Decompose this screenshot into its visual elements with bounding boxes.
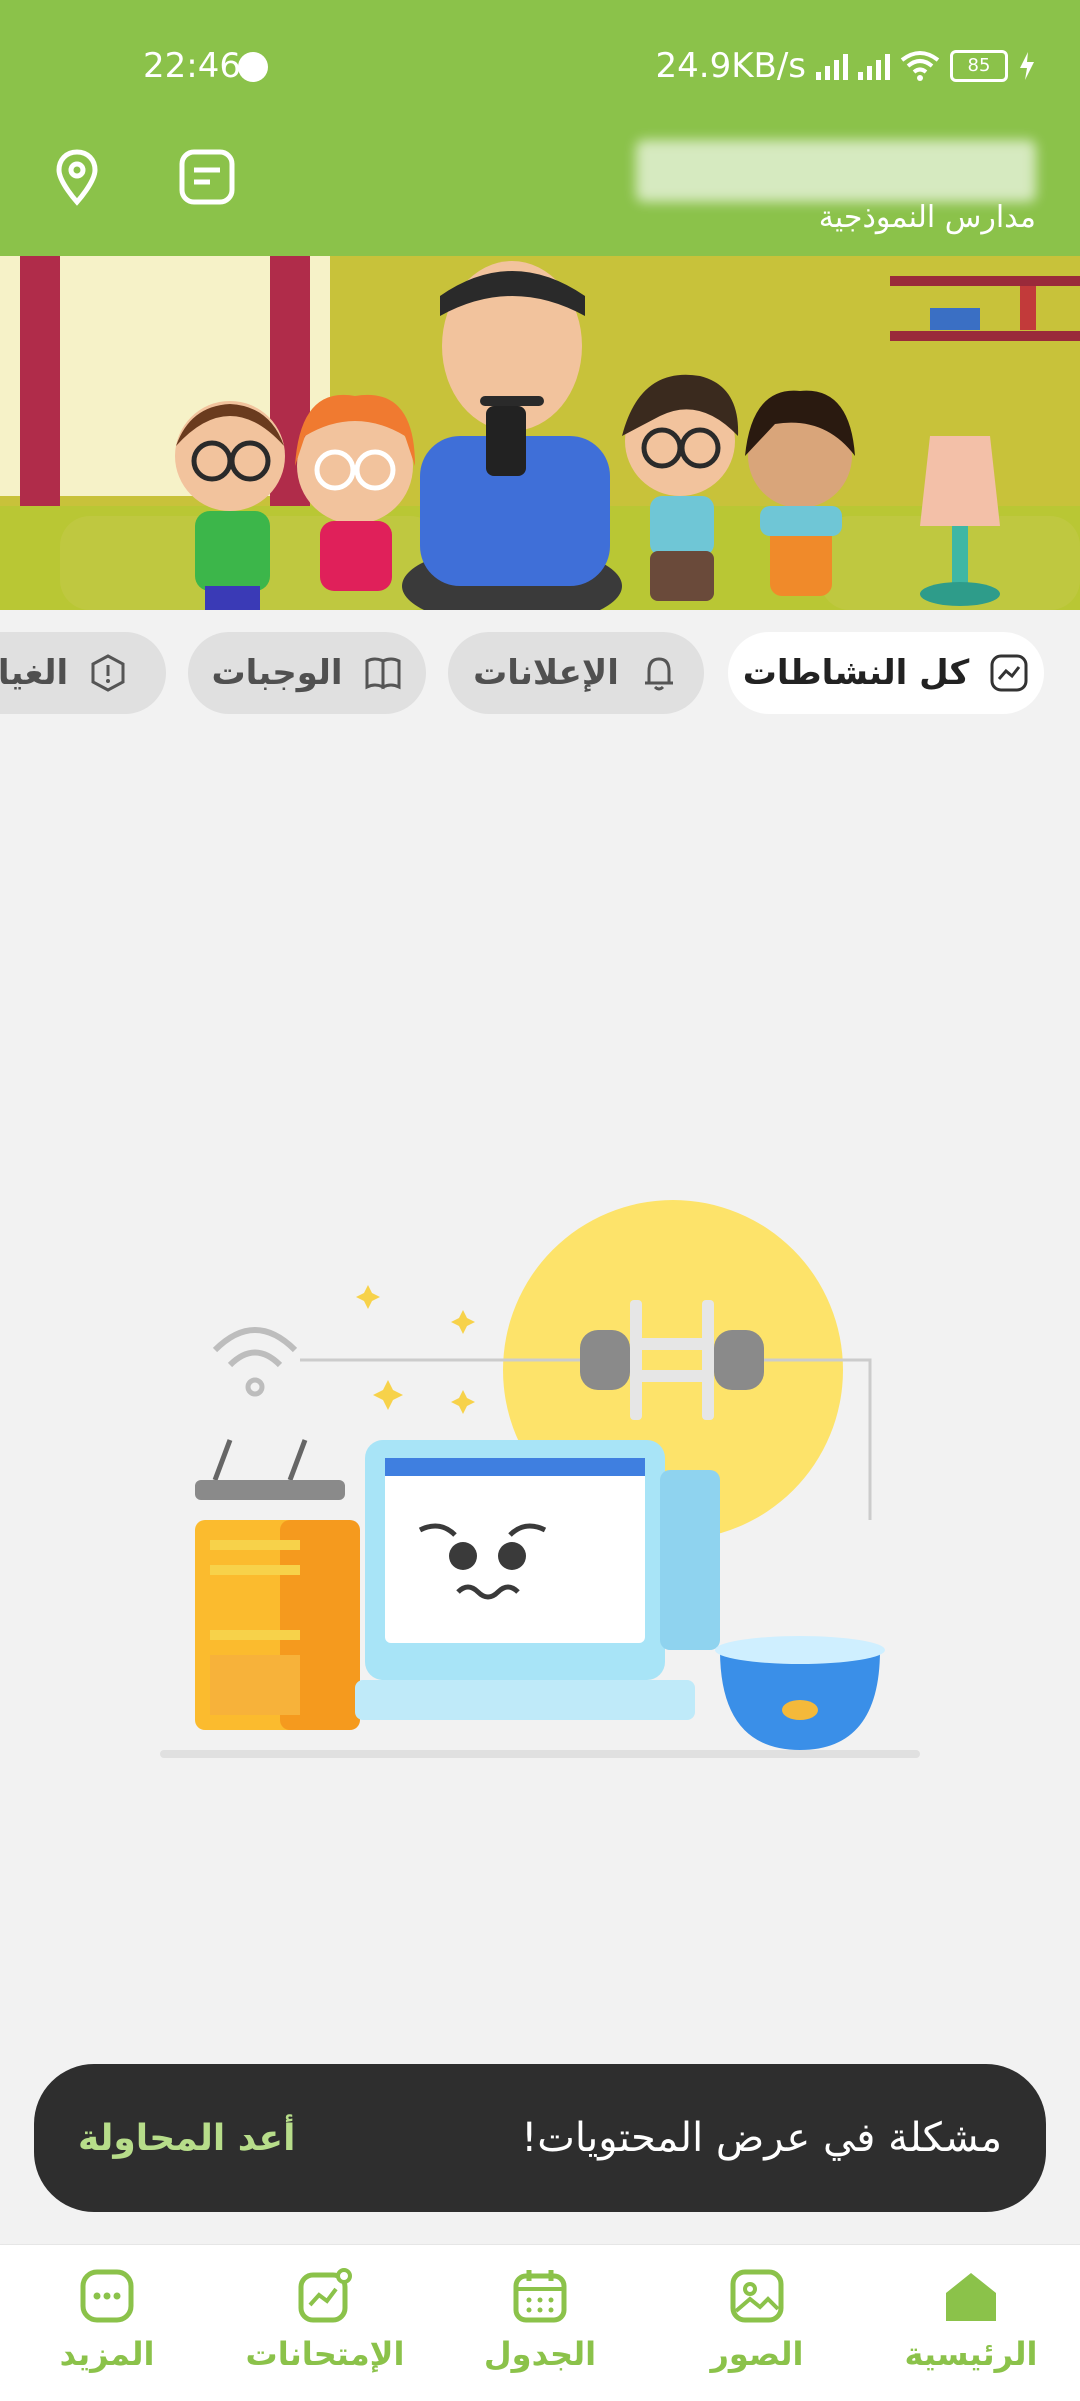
school-name: مدارس النموذجية: [818, 200, 1036, 235]
nav-more[interactable]: المزيد: [22, 2267, 192, 2373]
battery-indicator: 85: [950, 50, 1008, 82]
bottom-navigation: الرئيسية الصور الجدول الإمتحانات المزيد: [0, 2244, 1080, 2401]
tab-label: كل النشاطات: [742, 653, 970, 693]
exam-chart-icon: [298, 2268, 352, 2323]
error-snackbar: أعد المحاولة مشكلة في عرض المحتويات!: [34, 2064, 1046, 2212]
calendar-icon: [513, 2270, 567, 2323]
charging-icon: [1020, 52, 1034, 80]
family-illustration: [0, 256, 1080, 610]
app-header: 22:46 24.9KB/s 85 مدارس النموذجية: [0, 0, 1080, 256]
nav-home[interactable]: الرئيسية: [886, 2267, 1056, 2373]
tab-announcements[interactable]: الإعلانات: [448, 632, 704, 714]
activity-tabs: كل النشاطات الإعلانات الوجبات الغيا: [0, 632, 1080, 714]
book-icon: [365, 657, 401, 690]
signal-icon: [816, 52, 848, 80]
error-message: مشكلة في عرض المحتويات!: [521, 2115, 1002, 2161]
app-status-icon: [238, 52, 268, 82]
nav-label: الرئيسية: [904, 2335, 1038, 2373]
home-icon: [946, 2273, 996, 2321]
signal-icon-2: [858, 52, 890, 80]
more-icon: [80, 2269, 134, 2323]
tab-label: الإعلانات: [473, 653, 619, 693]
tab-label: الغيا: [0, 653, 69, 693]
nav-photos[interactable]: الصور: [672, 2267, 842, 2373]
wifi-icon: [900, 51, 940, 81]
nav-label: الإمتحانات: [245, 2335, 405, 2373]
status-right: 24.9KB/s 85: [656, 46, 1037, 86]
nav-schedule[interactable]: الجدول: [455, 2267, 625, 2373]
tab-absences[interactable]: الغيا: [0, 632, 166, 714]
tab-all-activities[interactable]: كل النشاطات: [728, 632, 1044, 714]
alert-icon: [91, 654, 125, 692]
nav-label: الصور: [710, 2335, 804, 2373]
nav-label: الجدول: [483, 2335, 597, 2373]
tab-meals[interactable]: الوجبات: [188, 632, 426, 714]
nav-exams[interactable]: الإمتحانات: [240, 2267, 410, 2373]
tab-label: الوجبات: [211, 653, 343, 693]
nav-label: المزيد: [59, 2335, 155, 2373]
chart-icon: [990, 654, 1028, 692]
status-time: 22:46: [143, 46, 241, 86]
banner-image: [0, 256, 1080, 610]
connection-error-illustration: [160, 1200, 920, 1758]
redacted-overlay: [636, 140, 1036, 202]
bell-icon: [644, 657, 673, 691]
notes-icon[interactable]: [178, 148, 236, 206]
wifi-faded-icon: [212, 1327, 298, 1397]
image-icon: [730, 2269, 784, 2323]
retry-button[interactable]: أعد المحاولة: [78, 2118, 295, 2159]
location-icon[interactable]: [48, 148, 106, 206]
network-speed: 24.9KB/s: [655, 46, 807, 86]
